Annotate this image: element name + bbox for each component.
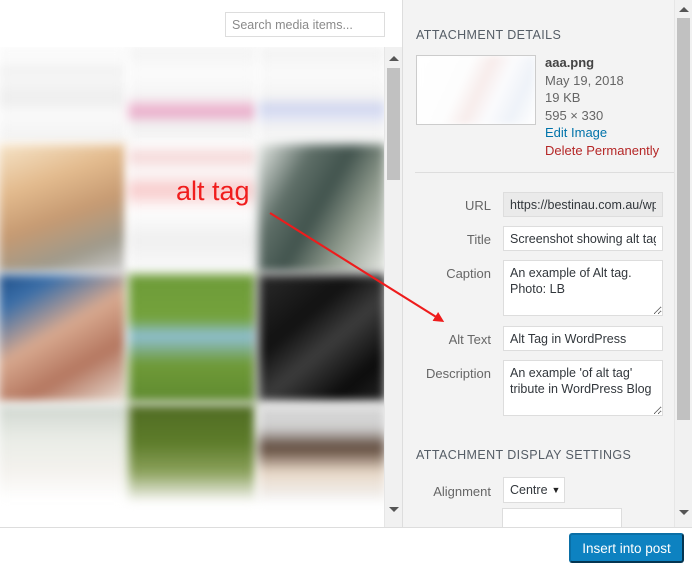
media-thumb-8[interactable]: [128, 274, 256, 402]
scroll-up-icon[interactable]: [675, 0, 692, 18]
search-row: [0, 0, 385, 45]
media-grid-scrollbar[interactable]: [384, 47, 402, 527]
edit-image-link[interactable]: Edit Image: [545, 124, 680, 142]
alignment-selected-value: Centre: [510, 483, 548, 497]
description-textarea[interactable]: [503, 360, 663, 416]
modal-footer: Insert into post: [0, 527, 692, 569]
insert-into-post-button[interactable]: Insert into post: [569, 533, 684, 563]
scroll-down-icon[interactable]: [385, 500, 402, 518]
scroll-down-icon[interactable]: [675, 503, 692, 521]
chevron-down-icon: ▼: [551, 485, 561, 495]
attachment-date: May 19, 2018: [545, 72, 624, 88]
attachment-file-meta: aaa.png May 19, 2018 19 KB 595 × 330 Edi…: [545, 54, 680, 159]
attachment-preview-thumbnail: [416, 55, 536, 125]
media-thumb-3[interactable]: [258, 47, 384, 142]
media-thumb-2[interactable]: [128, 47, 256, 142]
media-thumb-10[interactable]: [0, 404, 126, 501]
url-input[interactable]: [503, 192, 663, 217]
alt-text-input[interactable]: [503, 326, 663, 351]
scroll-up-icon[interactable]: [385, 49, 402, 67]
alignment-label: Alignment: [433, 484, 491, 499]
media-thumb-9[interactable]: [258, 274, 384, 402]
thumbnail-row: [0, 404, 384, 505]
scrollbar-thumb[interactable]: [677, 18, 690, 420]
media-uploader-modal: ATTACHMENT DETAILS ATTACHMENT DISPLAY SE…: [0, 0, 692, 569]
attachment-filename: aaa.png: [545, 55, 595, 70]
media-thumb-1[interactable]: [0, 47, 126, 142]
scrollbar-thumb[interactable]: [387, 68, 400, 180]
attachment-details-heading: ATTACHMENT DETAILS: [416, 28, 562, 42]
thumbnail-row: [0, 47, 384, 146]
attachment-dimensions: 595 × 330: [545, 107, 604, 123]
section-divider: [415, 172, 678, 173]
delete-permanently-link[interactable]: Delete Permanently: [545, 142, 680, 160]
thumbnail-row: [0, 274, 384, 406]
alignment-select[interactable]: Centre ▼: [503, 477, 565, 503]
details-pane-scrollbar[interactable]: [674, 0, 692, 527]
media-thumb-11[interactable]: [128, 404, 256, 501]
alt-text-label: Alt Text: [448, 332, 491, 347]
media-thumb-5[interactable]: [128, 144, 256, 272]
partial-hidden-field[interactable]: [502, 508, 622, 528]
caption-label: Caption: [446, 266, 491, 281]
media-thumb-6[interactable]: [258, 144, 384, 272]
media-thumb-7[interactable]: [0, 274, 126, 402]
caption-textarea[interactable]: [503, 260, 663, 316]
title-input[interactable]: [503, 226, 663, 251]
media-thumbnail-grid[interactable]: [0, 47, 384, 527]
url-label: URL: [464, 198, 491, 213]
attachment-display-settings-heading: ATTACHMENT DISPLAY SETTINGS: [416, 448, 632, 462]
media-thumb-4[interactable]: [0, 144, 126, 272]
title-label: Title: [466, 232, 491, 247]
media-library-pane: [0, 0, 402, 527]
description-label: Description: [425, 366, 491, 381]
media-thumb-12[interactable]: [258, 404, 384, 501]
attachment-filesize: 19 KB: [545, 90, 581, 105]
thumbnail-row: [0, 144, 384, 276]
search-input[interactable]: [225, 12, 385, 37]
